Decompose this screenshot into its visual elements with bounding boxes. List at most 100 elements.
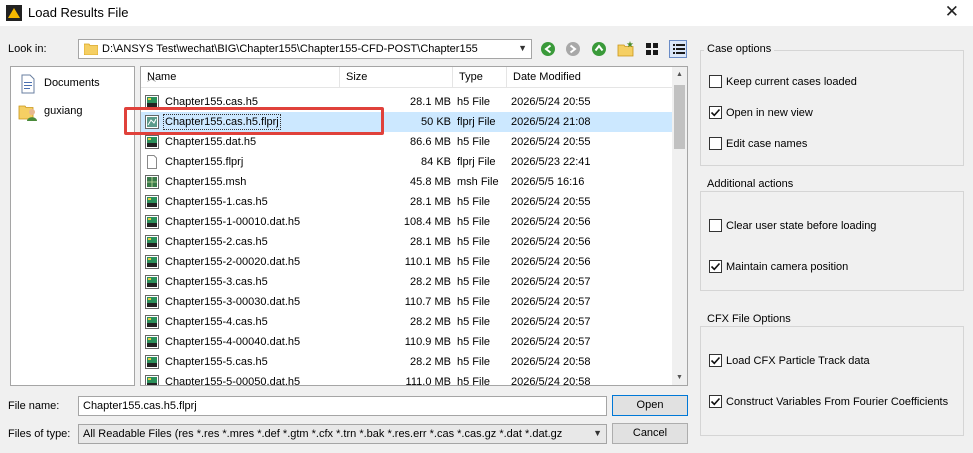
file-name-cell: Chapter155-4.cas.h5: [165, 316, 268, 328]
back-button[interactable]: [539, 40, 557, 58]
sidebar-item-label: guxiang: [44, 105, 83, 117]
option-label[interactable]: Maintain camera position: [726, 261, 848, 273]
file-row[interactable]: Chapter155.msh 45.8 MB msh File 2026/5/5 16…: [141, 172, 673, 192]
sidebar-item-documents[interactable]: Documents: [16, 72, 129, 96]
file-date-cell: 2026/5/24 20:58: [511, 356, 591, 368]
h5-file-icon: [145, 315, 159, 329]
file-row[interactable]: Chapter155-3-00030.dat.h5 110.7 MB h5 File…: [141, 292, 673, 312]
option-label[interactable]: Keep current cases loaded: [726, 76, 857, 88]
file-type-cell: h5 File: [457, 296, 491, 308]
option-label[interactable]: Load CFX Particle Track data: [726, 355, 870, 367]
file-row[interactable]: Chapter155-3.cas.h5 28.2 MB h5 File 2026/5/…: [141, 272, 673, 292]
file-row[interactable]: Chapter155-5.cas.h5 28.2 MB h5 File 2026/5/…: [141, 352, 673, 372]
file-row[interactable]: Chapter155-4-00040.dat.h5 110.9 MB h5 File…: [141, 332, 673, 352]
vertical-scrollbar[interactable]: ▲ ▼: [672, 67, 687, 385]
file-type-cell: h5 File: [457, 236, 491, 248]
close-icon[interactable]: ✕: [945, 2, 959, 22]
checkmark-icon: [710, 397, 721, 406]
column-header-type[interactable]: Type: [453, 67, 507, 88]
file-name-cell: Chapter155.cas.h5.flprj: [163, 114, 281, 130]
file-type-cell: h5 File: [457, 276, 491, 288]
option-checkbox[interactable]: [709, 137, 722, 150]
parent-folder-icon: [592, 42, 606, 56]
option-label[interactable]: Construct Variables From Fourier Coeffic…: [726, 396, 948, 408]
file-type-combobox[interactable]: All Readable Files (res *.res *.mres *.d…: [78, 424, 607, 444]
scroll-up-icon[interactable]: ▲: [672, 67, 687, 82]
option-checkbox[interactable]: [709, 354, 722, 367]
option-checkbox[interactable]: [709, 395, 722, 408]
file-row[interactable]: Chapter155-1.cas.h5 28.1 MB h5 File 2026/5/…: [141, 192, 673, 212]
file-row[interactable]: Chapter155.cas.h5 28.1 MB h5 File 2026/5/24…: [141, 92, 673, 112]
file-row[interactable]: Chapter155.dat.h5 86.6 MB h5 File 2026/5/24…: [141, 132, 673, 152]
open-button[interactable]: Open: [612, 395, 688, 416]
file-name-cell: Chapter155-1.cas.h5: [165, 196, 268, 208]
h5-file-icon: [145, 235, 159, 249]
cfx-options-group: [700, 326, 964, 436]
file-size-cell: 45.8 MB: [410, 176, 451, 188]
option-checkbox[interactable]: [709, 75, 722, 88]
file-row[interactable]: Chapter155-1-00010.dat.h5 108.4 MB h5 File…: [141, 212, 673, 232]
h5-file-icon: [145, 375, 159, 385]
new-folder-icon: [617, 41, 634, 57]
sidebar-item-guxiang[interactable]: guxiang: [16, 100, 129, 124]
file-name-cell: Chapter155-4-00040.dat.h5: [165, 336, 301, 348]
file-row[interactable]: Chapter155-2.cas.h5 28.1 MB h5 File 2026/5/…: [141, 232, 673, 252]
file-row[interactable]: Chapter155-4.cas.h5 28.2 MB h5 File 2026/5/…: [141, 312, 673, 332]
file-size-cell: 111.0 MB: [405, 376, 451, 386]
file-date-cell: 2026/5/24 20:58: [511, 376, 591, 386]
option-label[interactable]: Open in new view: [726, 107, 813, 119]
file-row[interactable]: Chapter155.flprj 84 KB flprj File 2026/5/23…: [141, 152, 673, 172]
file-type-cell: h5 File: [457, 136, 491, 148]
file-list[interactable]: Name ︿ Size Type Date Modified Chapter15…: [140, 66, 688, 386]
file-name-cell: Chapter155-5.cas.h5: [165, 356, 268, 368]
column-header-date[interactable]: Date Modified: [507, 67, 673, 88]
column-header-label: Type: [459, 71, 483, 83]
file-type-cell: h5 File: [457, 216, 491, 228]
scrollbar-thumb[interactable]: [674, 85, 685, 149]
file-name-cell: Chapter155.dat.h5: [165, 136, 257, 148]
file-name-cell: Chapter155-3-00030.dat.h5: [165, 296, 301, 308]
file-size-cell: 110.1 MB: [404, 256, 451, 268]
file-row[interactable]: Chapter155.cas.h5.flprj 50 KB flprj File 20…: [141, 112, 673, 132]
file-row[interactable]: Chapter155-2-00020.dat.h5 110.1 MB h5 File…: [141, 252, 673, 272]
forward-button[interactable]: [564, 40, 582, 58]
column-header-label: Date Modified: [513, 71, 581, 83]
file-size-cell: 50 KB: [421, 116, 451, 128]
checkmark-icon: [710, 108, 721, 117]
file-date-cell: 2026/5/24 20:57: [511, 276, 591, 288]
option-label[interactable]: Edit case names: [726, 138, 807, 150]
file-date-cell: 2026/5/24 20:55: [511, 96, 591, 108]
look-in-combobox[interactable]: D:\ANSYS Test\wechat\BIG\Chapter155\Chap…: [78, 39, 532, 59]
column-header-name[interactable]: Name ︿: [141, 67, 340, 88]
parent-folder-button[interactable]: [590, 40, 608, 58]
file-row[interactable]: Chapter155-5-00050.dat.h5 111.0 MB h5 File…: [141, 372, 673, 386]
option-checkbox[interactable]: [709, 106, 722, 119]
chevron-down-icon: ▼: [593, 428, 602, 438]
column-header-size[interactable]: Size: [340, 67, 453, 88]
icon-view-button[interactable]: [643, 40, 661, 58]
file-type-cell: h5 File: [457, 96, 491, 108]
file-date-cell: 2026/5/23 22:41: [511, 156, 591, 168]
file-type-label: Files of type:: [8, 428, 71, 440]
new-folder-button[interactable]: [617, 40, 635, 58]
file-date-cell: 2026/5/24 20:57: [511, 316, 591, 328]
file-name-cell: Chapter155-2-00020.dat.h5: [165, 256, 301, 268]
detail-view-button[interactable]: [669, 40, 687, 58]
flprj-file-icon: [145, 115, 159, 129]
file-size-cell: 28.1 MB: [410, 236, 451, 248]
option-checkbox[interactable]: [709, 219, 722, 232]
file-name-cell: Chapter155.msh: [165, 176, 247, 188]
back-icon: [541, 42, 555, 56]
file-size-cell: 28.2 MB: [410, 276, 451, 288]
file-name-field[interactable]: Chapter155.cas.h5.flprj: [78, 396, 607, 416]
file-type-cell: flprj File: [457, 156, 496, 168]
option-label[interactable]: Clear user state before loading: [726, 220, 876, 232]
option-checkbox[interactable]: [709, 260, 722, 273]
documents-icon: [21, 74, 35, 94]
file-type-cell: h5 File: [457, 376, 491, 386]
file-size-cell: 84 KB: [421, 156, 451, 168]
scroll-down-icon[interactable]: ▼: [672, 370, 687, 385]
file-type-cell: msh File: [457, 176, 499, 188]
cancel-button[interactable]: Cancel: [612, 423, 688, 444]
column-header-label: Size: [346, 71, 368, 83]
